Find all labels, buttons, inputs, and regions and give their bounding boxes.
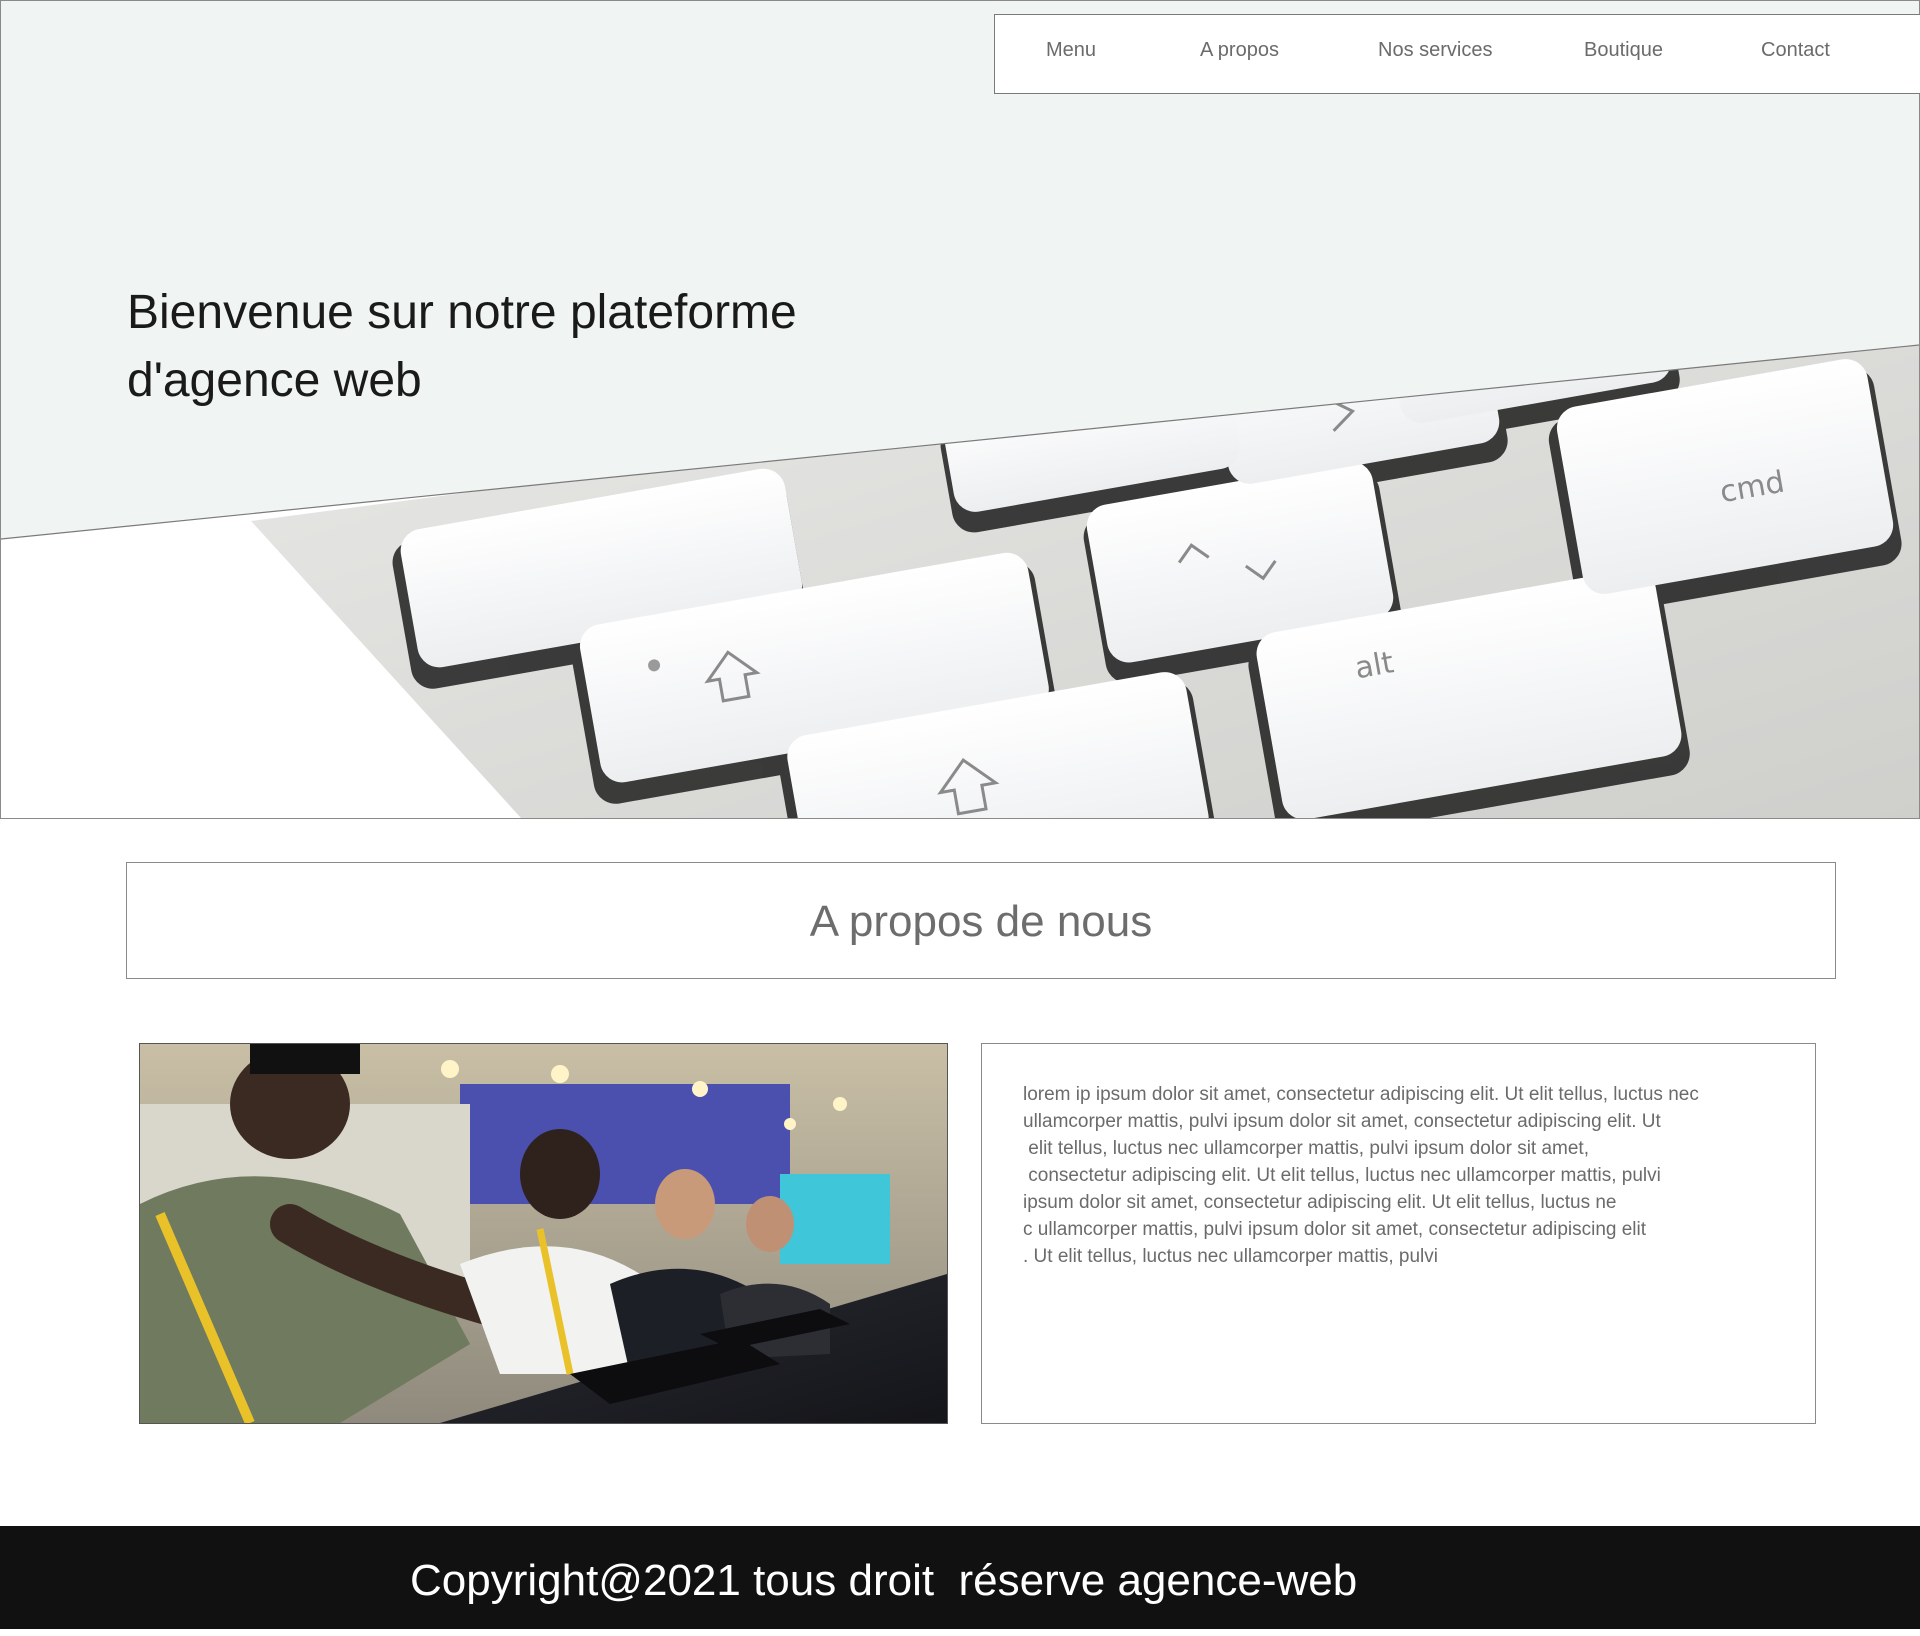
copyright-text: Copyright@2021 tous droit réserve agence… (410, 1556, 1358, 1605)
about-line-2: ullamcorper mattis, pulvi ipsum dolor si… (1023, 1111, 1661, 1132)
nav-item-a-propos[interactable]: A propos (1200, 15, 1279, 95)
nav-item-menu[interactable]: Menu (1046, 15, 1096, 95)
about-heading-box: A propos de nous (126, 862, 1836, 979)
footer: Copyright@2021 tous droit réserve agence… (0, 1526, 1920, 1629)
hero-title: Bienvenue sur notre plateforme d'agence … (127, 279, 887, 415)
hero-title-line-2: d'agence web (127, 354, 422, 407)
about-title: A propos de nous (809, 897, 1153, 946)
svg-text:alt: alt (1352, 645, 1396, 686)
main-navigation: Menu A propos Nos services Boutique Cont… (994, 14, 1920, 94)
hero-title-line-1: Bienvenue sur notre plateforme (127, 286, 797, 339)
hero-section: cmd alt Bienvenue sur notre plateforme d… (0, 0, 1920, 819)
call-center-photo (139, 1043, 948, 1424)
about-text-box: lorem ip ipsum dolor sit amet, consectet… (981, 1043, 1816, 1424)
about-line-4: consectetur adipiscing elit. Ut elit tel… (1023, 1165, 1661, 1186)
about-line-7: . Ut elit tellus, luctus nec ullamcorper… (1023, 1246, 1438, 1267)
about-line-3: elit tellus, luctus nec ullamcorper matt… (1023, 1138, 1589, 1159)
about-line-6: c ullamcorper mattis, pulvi ipsum dolor … (1023, 1219, 1647, 1240)
about-line-1: lorem ip ipsum dolor sit amet, consectet… (1023, 1084, 1699, 1105)
about-paragraph: lorem ip ipsum dolor sit amet, consectet… (1023, 1081, 1783, 1270)
nav-item-nos-services[interactable]: Nos services (1378, 15, 1492, 95)
nav-item-boutique[interactable]: Boutique (1584, 15, 1663, 95)
nav-item-contact[interactable]: Contact (1761, 15, 1830, 95)
about-line-5: ipsum dolor sit amet, consectetur adipis… (1023, 1192, 1617, 1213)
